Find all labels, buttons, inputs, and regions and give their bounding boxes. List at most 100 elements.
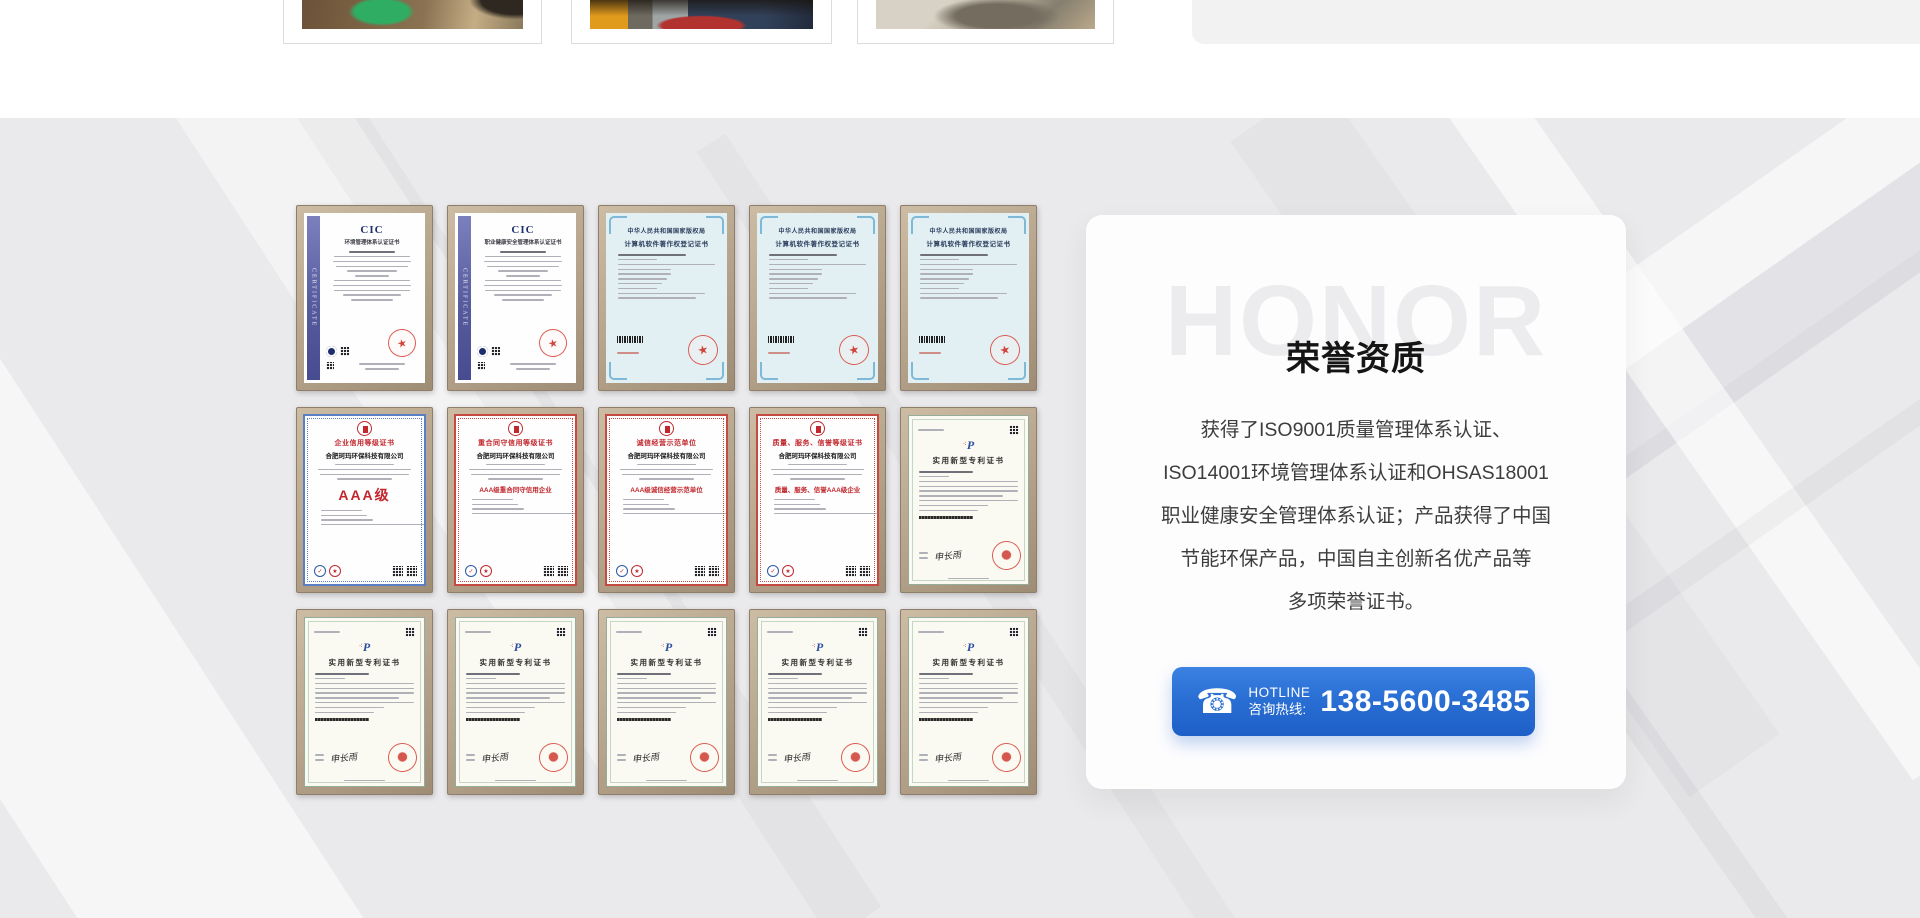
certificate-text-lines [919, 673, 1018, 713]
certificate-title: 实用新型专利证书 [607, 657, 726, 668]
certificate-title: 实用新型专利证书 [758, 657, 877, 668]
signature-labels [617, 751, 627, 764]
certificate-credit-rating[interactable]: 企业信用等级证书 合肥珂玛环保科技有限公司 AAA级 ✓ ★ [296, 407, 433, 593]
red-star-badge-icon: ★ [782, 565, 794, 577]
certificate-text-lines [768, 673, 867, 713]
certificate-text-lines [768, 464, 867, 480]
qr-code-icon [392, 566, 403, 577]
certificate-title: 诚信经营示范单位 [607, 438, 726, 448]
blue-badge-icon: ✓ [465, 565, 477, 577]
patent-header [767, 627, 868, 637]
company-name: 合肥珂玛环保科技有限公司 [758, 450, 877, 460]
signature-row: 申长雨 [768, 743, 870, 772]
certificate-text-lines [618, 254, 715, 299]
cnipa-logo-icon: ⁖P [607, 638, 726, 656]
cnipa-logo-icon: ⁖P [758, 638, 877, 656]
side-band-label: CERTIFICATE [311, 268, 317, 327]
certificate-paper: 重合同守信用等级证书 合肥珂玛环保科技有限公司 AAA级重合同守信用企业 ✓ ★ [454, 414, 577, 586]
commissioner-signature: 申长雨 [631, 750, 659, 766]
content-panel-cropped [1192, 0, 1920, 44]
qr-code-icon [543, 566, 554, 577]
red-seal-icon: ★ [536, 326, 570, 360]
cic-badges [477, 346, 500, 357]
barcode-icon [919, 718, 973, 722]
patent-header [918, 425, 1019, 435]
qr-code-icon [477, 362, 485, 370]
certificate-paper: ⁖P 实用新型专利证书 申长雨 [304, 617, 425, 787]
certificate-badges: ✓ ★ [314, 565, 417, 577]
cnipa-logo-icon: ⁖P [305, 638, 424, 656]
certificate-title: 重合同守信用等级证书 [456, 438, 575, 448]
red-star-badge-icon: ★ [329, 565, 341, 577]
certificate-utility-patent[interactable]: ⁖P 实用新型专利证书 申长雨 [296, 609, 433, 795]
corner-ornament-icon [760, 362, 778, 380]
certificate-title: 计算机软件著作权登记证书 [606, 238, 727, 248]
certificate-software-copyright[interactable]: 中华人民共和国国家版权局 计算机软件著作权登记证书 ★ [900, 205, 1037, 391]
signature-labels [919, 751, 929, 764]
qr-code-icon [405, 627, 415, 637]
gallery-card[interactable] [857, 0, 1114, 44]
hotline-label-zh: 咨询热线: [1248, 702, 1310, 719]
certificate-cic[interactable]: CERTIFICATE CIC 环境管理体系认证证书 ★ [296, 205, 433, 391]
certificate-badges: ✓ ★ [616, 565, 719, 577]
certificate-paper: 质量、服务、信誉等级证书 合肥珂玛环保科技有限公司 质量、服务、信誉AAA级企业… [756, 414, 879, 586]
certificate-cic[interactable]: CERTIFICATE CIC 职业健康安全管理体系认证证书 ★ [447, 205, 584, 391]
honor-description: 获得了ISO9001质量管理体系认证、ISO14001环境管理体系认证和OHSA… [1116, 409, 1596, 624]
certificate-utility-patent[interactable]: ⁖P 实用新型专利证书 申长雨 [598, 609, 735, 795]
red-seal-icon: ★ [385, 326, 419, 360]
red-seal-icon [990, 539, 1023, 572]
gallery-card[interactable] [571, 0, 832, 44]
side-band-label: CERTIFICATE [462, 268, 468, 327]
corner-ornament-icon [1008, 216, 1026, 234]
qr-code-icon [557, 566, 568, 577]
certificate-paper: ⁖P 实用新型专利证书 申长雨 [757, 617, 878, 787]
description-line: ISO14001环境管理体系认证和OHSAS18001 [1116, 452, 1596, 495]
construction-photo-1[interactable] [302, 0, 523, 29]
signature-labels [768, 751, 778, 764]
certificate-utility-patent[interactable]: ⁖P 实用新型专利证书 申长雨 [900, 407, 1037, 593]
gallery-card[interactable] [283, 0, 542, 44]
certificate-software-copyright[interactable]: 中华人民共和国国家版权局 计算机软件著作权登记证书 ★ [749, 205, 886, 391]
certificate-credit-rating[interactable]: 重合同守信用等级证书 合肥珂玛环保科技有限公司 AAA级重合同守信用企业 ✓ ★ [447, 407, 584, 593]
hotline-button[interactable]: ☎ HOTLINE 咨询热线: 138-5600-3485 [1172, 667, 1535, 736]
certificate-paper: ⁖P 实用新型专利证书 申长雨 [606, 617, 727, 787]
certificate-title: 计算机软件著作权登记证书 [908, 238, 1029, 248]
signature-labels [919, 549, 929, 562]
red-emblem-icon [659, 421, 674, 436]
red-emblem-icon [810, 421, 825, 436]
signature-row: 申长雨 [919, 541, 1021, 570]
honor-section: CERTIFICATE CIC 环境管理体系认证证书 ★ [0, 118, 1920, 918]
certificate-title: 实用新型专利证书 [909, 657, 1028, 668]
certificate-side-band: CERTIFICATE [307, 216, 320, 380]
certificate-software-copyright[interactable]: 中华人民共和国国家版权局 计算机软件著作权登记证书 ★ [598, 205, 735, 391]
barcode-icon [315, 718, 369, 722]
certificate-footer-line [456, 780, 575, 781]
red-seal-icon [537, 741, 570, 774]
certificate-title: 企业信用等级证书 [305, 438, 424, 448]
certificate-paper: CERTIFICATE CIC 职业健康安全管理体系认证证书 ★ [455, 213, 576, 383]
certificate-utility-patent[interactable]: ⁖P 实用新型专利证书 申长雨 [447, 609, 584, 795]
certificate-text-lines [617, 673, 716, 713]
certificate-paper: ⁖P 实用新型专利证书 申长雨 [908, 415, 1029, 585]
cic-badges [326, 346, 349, 357]
description-line: 节能环保产品，中国自主创新名优产品等 [1116, 538, 1596, 581]
commissioner-signature: 申长雨 [933, 548, 961, 564]
certificate-utility-patent[interactable]: ⁖P 实用新型专利证书 申长雨 [749, 609, 886, 795]
certificate-text-lines [315, 673, 414, 713]
construction-photo-2[interactable] [590, 0, 813, 29]
certificate-utility-patent[interactable]: ⁖P 实用新型专利证书 申长雨 [900, 609, 1037, 795]
certificate-title: 实用新型专利证书 [456, 657, 575, 668]
company-name: 合肥珂玛环保科技有限公司 [607, 450, 726, 460]
rating-grade: 质量、服务、信誉AAA级企业 [758, 484, 877, 494]
red-seal-icon [386, 741, 419, 774]
certificate-credit-rating[interactable]: 诚信经营示范单位 合肥珂玛环保科技有限公司 AAA级诚信经营示范单位 ✓ ★ [598, 407, 735, 593]
signature-row: 申长雨 [315, 743, 417, 772]
certificate-credit-rating[interactable]: 质量、服务、信誉等级证书 合肥珂玛环保科技有限公司 质量、服务、信誉AAA级企业… [749, 407, 886, 593]
certificate-text-lines [481, 251, 565, 301]
certificate-paper: 中华人民共和国国家版权局 计算机软件著作权登记证书 ★ [757, 213, 878, 383]
barcode-icon [768, 336, 794, 343]
construction-photo-3[interactable] [876, 0, 1095, 29]
corner-ornament-icon [857, 362, 875, 380]
certificate-number-line [617, 349, 641, 357]
certificate-text-lines [466, 673, 565, 713]
